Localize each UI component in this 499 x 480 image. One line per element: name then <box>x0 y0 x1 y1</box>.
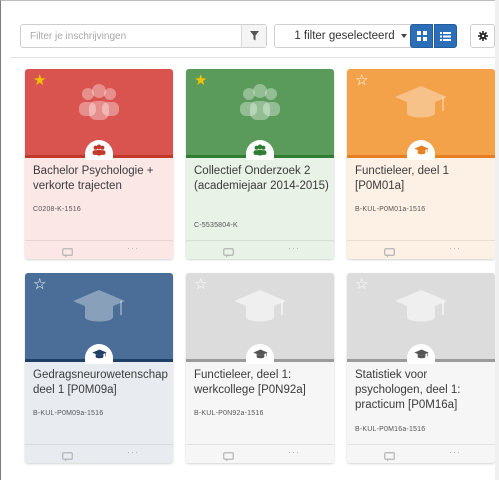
chat-icon[interactable] <box>384 245 395 259</box>
graduation-cap-icon <box>233 281 287 335</box>
card-footer: ··· <box>25 240 173 259</box>
filter-dropdown-label: 1 filter geselecteerd <box>294 30 395 42</box>
scrollbar[interactable] <box>495 0 499 480</box>
graduation-cap-icon <box>413 143 429 161</box>
more-options-button[interactable]: ··· <box>127 447 139 457</box>
group-icon <box>233 77 287 131</box>
search-box <box>20 24 267 48</box>
graduation-cap-icon <box>394 281 448 335</box>
star-outline-icon[interactable]: ☆ <box>355 73 368 88</box>
caret-down-icon <box>400 34 407 38</box>
graduation-cap-icon <box>72 281 126 335</box>
gear-icon <box>477 31 488 41</box>
card-footer: ··· <box>347 240 495 259</box>
chat-icon[interactable] <box>223 449 234 463</box>
grid-view-icon <box>416 31 427 41</box>
group-icon <box>92 143 106 161</box>
settings-button[interactable] <box>470 24 495 48</box>
course-card[interactable]: ☆ Functieleer, deel 1 [P0M01a] B-KUL-P0M01… <box>347 69 495 259</box>
graduation-cap-icon <box>413 347 429 365</box>
course-card[interactable]: ☆ Functieleer, deel 1: werkcollege [P0N92… <box>186 273 334 463</box>
course-title[interactable]: Collectief Onderzoek 2 (academiejaar 201… <box>194 164 330 194</box>
card-badge <box>407 140 435 160</box>
list-view-icon <box>440 31 451 41</box>
star-outline-icon[interactable]: ☆ <box>33 277 46 292</box>
group-icon <box>253 143 267 161</box>
card-footer: ··· <box>186 240 334 259</box>
toolbar: 1 filter geselecteerd <box>20 24 499 48</box>
course-card[interactable]: ☆ Statistiek voor psychologen, deel 1: pr… <box>347 273 495 463</box>
more-options-button[interactable]: ··· <box>449 243 461 253</box>
search-input[interactable] <box>21 25 236 47</box>
course-title[interactable]: Gedragsneurowetenschap deel 1 [P0M09a] <box>33 368 169 398</box>
card-footer: ··· <box>347 444 495 463</box>
graduation-cap-icon <box>394 77 448 131</box>
star-filled-icon[interactable]: ★ <box>33 73 46 88</box>
course-card[interactable]: ★ Collectief Onderzoek 2 (academiejaar 20… <box>186 69 334 259</box>
course-title[interactable]: Functieleer, deel 1 [P0M01a] <box>355 164 491 194</box>
filter-dropdown[interactable]: 1 filter geselecteerd <box>274 24 427 48</box>
card-badge <box>246 344 274 364</box>
star-filled-icon[interactable]: ★ <box>194 73 207 88</box>
course-card[interactable]: ★ Bachelor Psychologie + verkorte traject… <box>25 69 173 259</box>
list-view-button[interactable] <box>434 24 457 48</box>
course-title[interactable]: Statistiek voor psychologen, deel 1: pra… <box>355 368 491 413</box>
more-options-button[interactable]: ··· <box>127 243 139 253</box>
more-options-button[interactable]: ··· <box>449 447 461 457</box>
card-footer: ··· <box>186 444 334 463</box>
graduation-cap-icon <box>252 347 268 365</box>
course-code: C-5535804-K <box>194 222 238 229</box>
chat-icon[interactable] <box>223 245 234 259</box>
star-outline-icon[interactable]: ☆ <box>355 277 368 292</box>
course-code: B-KUL-P0N92a-1516 <box>194 410 264 417</box>
graduation-cap-icon <box>91 347 107 365</box>
course-code: B-KUL-P0M16a-1516 <box>355 426 426 433</box>
more-options-button[interactable]: ··· <box>288 243 300 253</box>
chat-icon[interactable] <box>62 449 73 463</box>
card-badge <box>407 344 435 364</box>
more-options-button[interactable]: ··· <box>288 447 300 457</box>
card-badge <box>85 140 113 160</box>
card-badge <box>246 140 274 160</box>
course-title[interactable]: Functieleer, deel 1: werkcollege [P0N92a… <box>194 368 330 398</box>
chat-icon[interactable] <box>384 449 395 463</box>
course-card[interactable]: ☆ Gedragsneurowetenschap deel 1 [P0M09a] B… <box>25 273 173 463</box>
grid-view-button[interactable] <box>410 24 433 48</box>
course-title[interactable]: Bachelor Psychologie + verkorte trajecte… <box>33 164 169 194</box>
card-footer: ··· <box>25 444 173 463</box>
chat-icon[interactable] <box>62 245 73 259</box>
course-code: C0208-K-1516 <box>33 206 81 213</box>
funnel-icon <box>249 31 259 41</box>
filter-toggle-button[interactable] <box>241 25 266 47</box>
view-toggle-group <box>410 24 460 48</box>
course-code: B-KUL-P0M01a-1516 <box>355 206 426 213</box>
course-code: B-KUL-P0M09a-1516 <box>33 410 104 417</box>
star-outline-icon[interactable]: ☆ <box>194 277 207 292</box>
group-icon <box>72 77 126 131</box>
toolbar-divider <box>10 57 499 58</box>
card-badge <box>85 344 113 364</box>
